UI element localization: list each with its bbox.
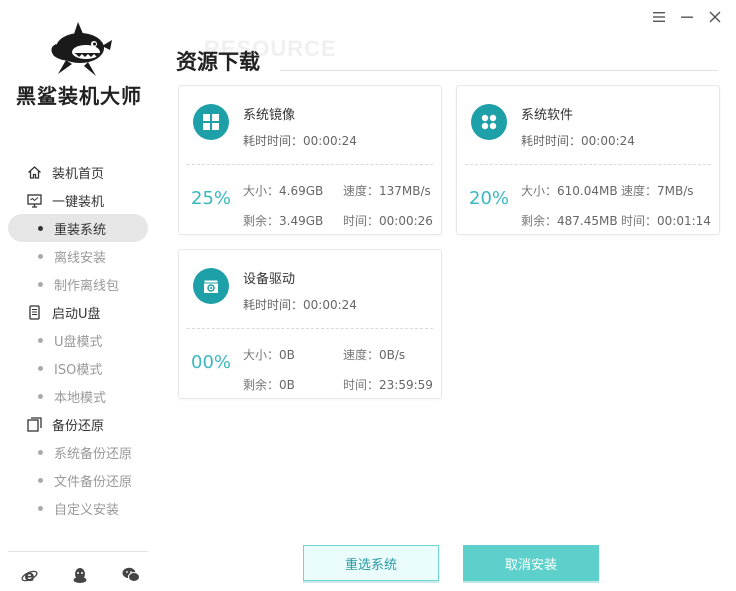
menu-icon[interactable]: [652, 10, 666, 24]
progress-percent: 25%: [191, 188, 232, 209]
elapsed-time: 耗时时间：00:00:24: [243, 298, 357, 312]
window-controls: [652, 10, 722, 24]
qq-icon[interactable]: [71, 566, 89, 584]
sidebar-item-file-backup[interactable]: 文件备份还原: [8, 466, 148, 494]
header-divider: [280, 70, 718, 71]
sidebar-item-offline-install[interactable]: 离线安装: [8, 242, 148, 270]
shark-logo-icon: [51, 22, 112, 76]
sidebar-item-make-offline-package[interactable]: 制作离线包: [8, 270, 148, 298]
sidebar-item-label: 文件备份还原: [54, 474, 133, 490]
card-title: 设备驱动: [243, 272, 296, 287]
sidebar-item-label: 离线安装: [54, 250, 107, 266]
usb-icon: [26, 304, 42, 320]
sidebar-item-one-click-install[interactable]: 一键装机: [8, 186, 148, 214]
sidebar-item-home[interactable]: 装机首页: [8, 158, 148, 186]
bullet-dot: [38, 253, 43, 259]
bullet-dot: [38, 225, 43, 231]
bullet-dot: [38, 393, 43, 399]
elapsed-time: 耗时时间：00:00:24: [243, 134, 357, 148]
card-divider: [187, 328, 433, 329]
time-stat: 时间：00:01:14: [621, 214, 711, 228]
cancel-install-button[interactable]: 取消安装: [463, 545, 599, 581]
sidebar-item-usb-mode[interactable]: U盘模式: [8, 326, 148, 354]
sidebar-divider: [8, 551, 148, 552]
sidebar-item-reinstall-system[interactable]: 重装系统: [8, 214, 148, 242]
sidebar-item-label: 重装系统: [54, 222, 107, 238]
card-divider: [465, 164, 711, 165]
card-title: 系统软件: [521, 108, 574, 123]
sidebar-item-label: U盘模式: [54, 334, 103, 350]
sidebar-item-local-mode[interactable]: 本地模式: [8, 382, 148, 410]
driver-icon: [193, 268, 229, 304]
sidebar-item-label: 备份还原: [52, 418, 105, 434]
sidebar-item-boot-usb[interactable]: 启动U盘: [8, 298, 148, 326]
bullet-dot: [38, 477, 43, 483]
sidebar: 黑鲨装机大师 装机首页 一键装机 重装系统 离线安装 制作离线包 启动U盘 U盘…: [0, 0, 158, 591]
remain-stat: 剩余：3.49GB: [243, 214, 324, 228]
download-card-system-image: 系统镜像 耗时时间：00:00:24 25% 大小：4.69GB 速度：137M…: [178, 85, 442, 235]
sidebar-nav: 装机首页 一键装机 重装系统 离线安装 制作离线包 启动U盘 U盘模式 ISO模…: [8, 158, 148, 522]
sidebar-item-system-backup[interactable]: 系统备份还原: [8, 438, 148, 466]
home-icon: [26, 164, 42, 180]
wechat-icon[interactable]: [122, 566, 140, 584]
sidebar-footer-icons: e: [20, 566, 140, 584]
sidebar-item-label: ISO模式: [54, 362, 103, 378]
sidebar-item-iso-mode[interactable]: ISO模式: [8, 354, 148, 382]
download-card-system-software: 系统软件 耗时时间：00:00:24 20% 大小：610.04MB 速度：7M…: [456, 85, 720, 235]
size-stat: 大小：4.69GB: [243, 184, 324, 198]
speed-stat: 速度：7MB/s: [621, 184, 694, 198]
monitor-icon: [26, 192, 42, 208]
sidebar-item-label: 启动U盘: [52, 306, 101, 322]
download-card-device-driver: 设备驱动 耗时时间：00:00:24 00% 大小：0B 速度：0B/s 剩余：…: [178, 249, 442, 399]
sidebar-item-custom-install[interactable]: 自定义安装: [8, 494, 148, 522]
remain-stat: 剩余：487.45MB: [521, 214, 618, 228]
speed-stat: 速度：137MB/s: [343, 184, 431, 198]
close-icon[interactable]: [708, 10, 722, 24]
bullet-dot: [38, 281, 43, 287]
sidebar-item-label: 制作离线包: [54, 278, 120, 294]
app-logo: 黑鲨装机大师: [14, 20, 144, 109]
page-title: 资源下载: [176, 50, 260, 74]
bullet-dot: [38, 337, 43, 343]
svg-text:e: e: [24, 567, 34, 584]
time-stat: 时间：23:59:59: [343, 378, 433, 392]
apps-icon: [471, 104, 507, 140]
bullet-dot: [38, 449, 43, 455]
card-title: 系统镜像: [243, 108, 296, 123]
elapsed-time: 耗时时间：00:00:24: [521, 134, 635, 148]
sidebar-item-label: 本地模式: [54, 390, 107, 406]
page-header: RESOURCE 资源下载: [176, 36, 718, 74]
backup-icon: [26, 416, 42, 432]
remain-stat: 剩余：0B: [243, 378, 295, 392]
progress-percent: 00%: [191, 352, 232, 373]
sidebar-item-label: 一键装机: [52, 194, 105, 210]
card-divider: [187, 164, 433, 165]
app-name: 黑鲨装机大师: [16, 84, 142, 108]
minimize-icon[interactable]: [680, 10, 694, 24]
windows-icon: [193, 104, 229, 140]
sidebar-item-backup-restore[interactable]: 备份还原: [8, 410, 148, 438]
size-stat: 大小：610.04MB: [521, 184, 618, 198]
speed-stat: 速度：0B/s: [343, 348, 406, 362]
sidebar-item-label: 系统备份还原: [54, 446, 133, 462]
sidebar-item-label: 装机首页: [52, 166, 105, 182]
sidebar-item-label: 自定义安装: [54, 502, 120, 518]
reselect-system-button[interactable]: 重选系统: [303, 545, 439, 581]
bullet-dot: [38, 365, 43, 371]
size-stat: 大小：0B: [243, 348, 295, 362]
bullet-dot: [38, 505, 43, 511]
time-stat: 时间：00:00:26: [343, 214, 433, 228]
progress-percent: 20%: [469, 188, 510, 209]
ie-icon[interactable]: e: [20, 566, 38, 584]
